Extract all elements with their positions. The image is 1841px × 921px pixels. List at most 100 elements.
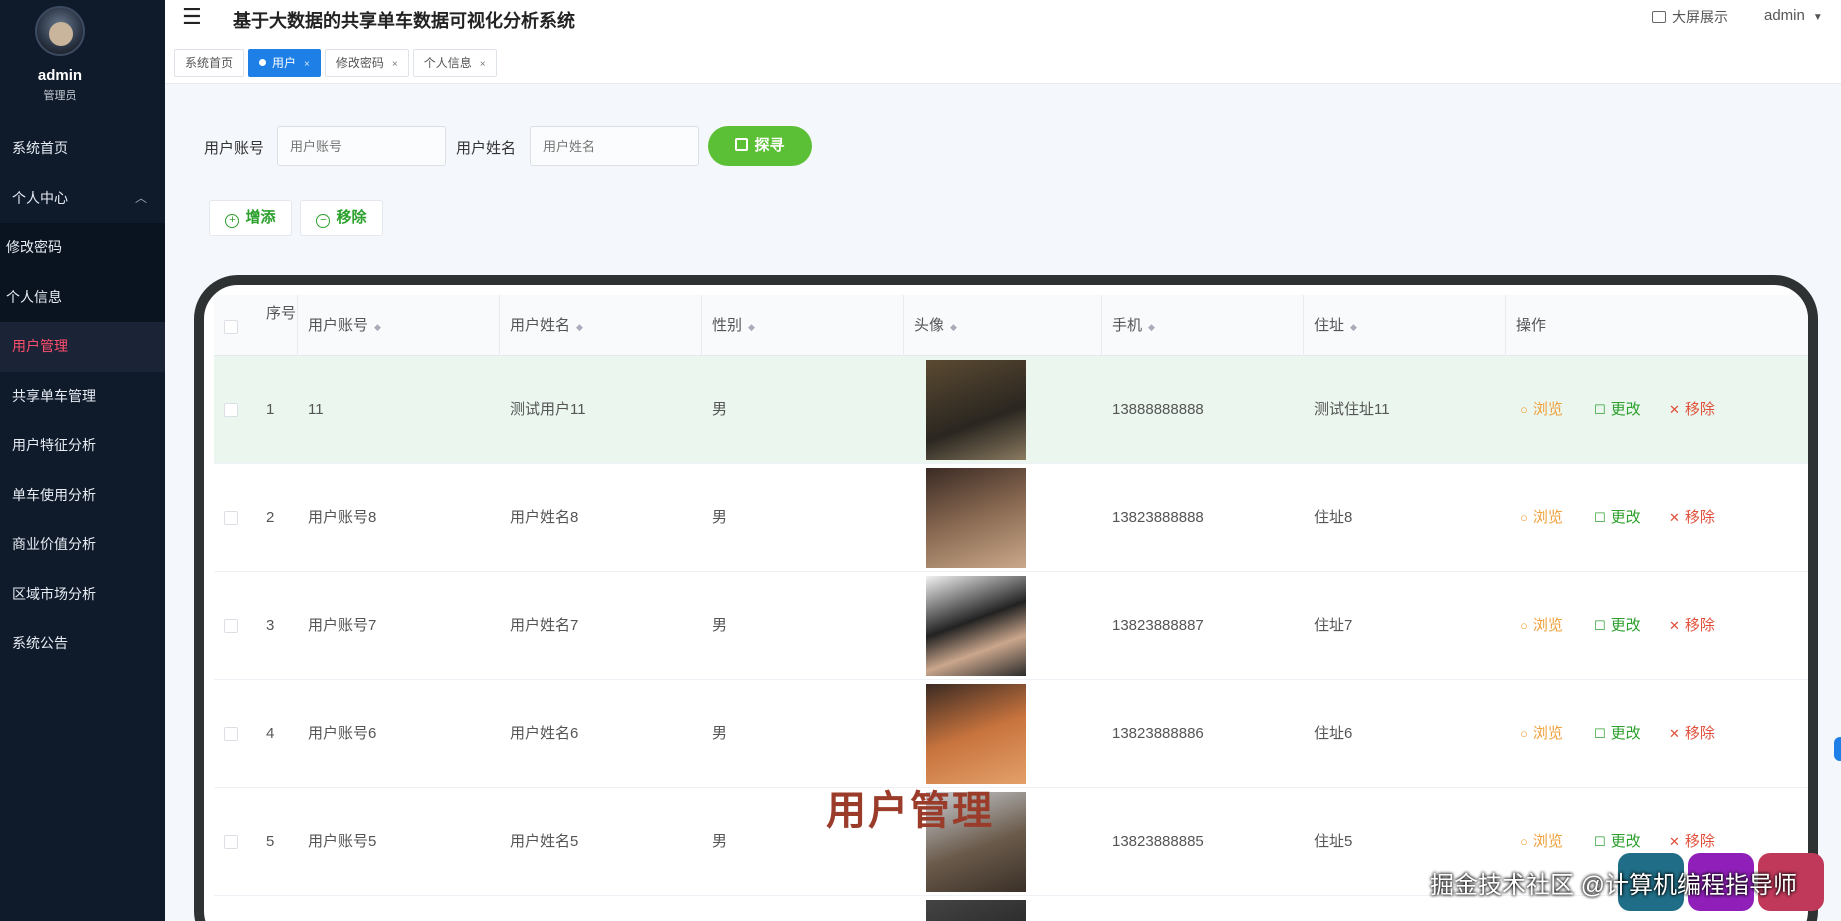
table-row[interactable]: 3 用户账号7 用户姓名7 男 13823888887 住址7 ○ 浏览 ☐ 更改 …	[214, 572, 1808, 680]
edit-button[interactable]: ☐ 更改	[1594, 572, 1641, 680]
cell-name: 测试用户11	[510, 401, 586, 418]
view-button[interactable]: ○ 浏览	[1520, 572, 1563, 680]
close-icon[interactable]: ×	[304, 59, 310, 70]
menu-toggle-icon[interactable]: ☰	[182, 4, 202, 30]
admin-label: admin	[1764, 7, 1805, 24]
sidebar-item-label: 个人中心	[12, 189, 68, 206]
delete-button[interactable]: ✕ 移除	[1669, 572, 1715, 680]
tab-home[interactable]: 系统首页	[174, 49, 245, 77]
row-checkbox[interactable]	[224, 403, 238, 417]
edit-button[interactable]: ☐ 更改	[1594, 464, 1641, 572]
tab-change-password[interactable]: 修改密码 ×	[324, 49, 409, 77]
sidebar-item-bike-usage-analysis[interactable]: 单车使用分析	[0, 471, 165, 521]
header-name[interactable]: 用户姓名 ◆	[500, 295, 702, 356]
cell-address: 住址8	[1314, 509, 1353, 526]
header-account[interactable]: 用户账号 ◆	[298, 295, 500, 356]
sidebar-item-bike-management[interactable]: 共享单车管理	[0, 372, 165, 422]
header-gender-label: 性别	[712, 317, 743, 334]
sort-icon[interactable]: ◆	[374, 322, 381, 332]
sidebar-item-user-management[interactable]: 用户管理	[0, 322, 165, 372]
edit-label: 更改	[1610, 725, 1641, 742]
cell-phone: 13823888887	[1112, 617, 1204, 634]
sidebar: admin 管理员 系统首页 个人中心 ︿ 修改密码 个人信息 用户管理 共享单…	[0, 0, 165, 921]
sort-icon[interactable]: ◆	[1148, 322, 1155, 332]
header-address[interactable]: 住址 ◆	[1304, 295, 1506, 356]
cell-address: 测试住址11	[1314, 401, 1390, 418]
table-row[interactable]: 4 用户账号6 用户姓名6 男 13823888886 住址6 ○ 浏览 ☐ 更改 …	[214, 680, 1808, 788]
tab-label: 修改密码	[335, 56, 384, 70]
table-row[interactable]: 2 用户账号8 用户姓名8 男 13823888888 住址8 ○ 浏览 ☐ 更改 …	[214, 464, 1808, 572]
sidebar-item-announcements[interactable]: 系统公告	[0, 619, 165, 669]
edit-label: 更改	[1610, 833, 1641, 850]
name-label: 用户姓名	[456, 140, 517, 157]
cell-gender: 男	[712, 617, 728, 634]
sidebar-item-regional-market-analysis[interactable]: 区域市场分析	[0, 570, 165, 620]
sidebar-item-personal-center[interactable]: 个人中心 ︿	[0, 174, 165, 224]
header-gender[interactable]: 性别 ◆	[702, 295, 904, 356]
minus-circle-icon: −	[316, 214, 331, 228]
view-button[interactable]: ○ 浏览	[1520, 464, 1563, 572]
search-button[interactable]: 探寻	[708, 126, 812, 166]
tab-personal-info[interactable]: 个人信息 ×	[412, 49, 497, 77]
sort-icon[interactable]: ◆	[1350, 322, 1357, 332]
scroll-handle[interactable]	[1834, 737, 1841, 761]
sidebar-item-personal-info[interactable]: 个人信息	[0, 272, 165, 322]
row-checkbox[interactable]	[224, 511, 238, 525]
row-checkbox[interactable]	[224, 619, 238, 633]
row-checkbox[interactable]	[224, 727, 238, 741]
cell-account: 用户账号5	[308, 833, 377, 850]
plus-circle-icon: +	[225, 214, 240, 228]
search-icon: ○	[1520, 618, 1528, 633]
header-avatar[interactable]: 头像 ◆	[904, 295, 1102, 356]
avatar-image[interactable]	[926, 468, 1026, 568]
admin-dropdown[interactable]: admin ▼	[1764, 7, 1823, 24]
avatar-image[interactable]	[926, 684, 1026, 784]
cell-account: 用户账号6	[308, 725, 377, 742]
account-search-input[interactable]	[277, 126, 446, 166]
edit-button[interactable]: ☐ 更改	[1594, 356, 1641, 464]
avatar-image[interactable]	[926, 360, 1026, 460]
table-row[interactable]: 1 11 测试用户11 男 13888888888 测试住址11 ○ 浏览 ☐ 更改…	[214, 356, 1808, 464]
cell-index: 1	[266, 401, 275, 418]
user-avatar[interactable]	[35, 6, 85, 56]
delete-button[interactable]: ✕ 移除	[1669, 680, 1715, 788]
select-all-checkbox[interactable]	[224, 320, 238, 334]
close-icon[interactable]: ×	[480, 59, 486, 70]
sort-icon[interactable]: ◆	[576, 322, 583, 332]
cell-phone: 13823888885	[1112, 833, 1204, 850]
search-icon: ○	[1520, 510, 1528, 525]
sort-icon[interactable]: ◆	[950, 322, 957, 332]
header-avatar-label: 头像	[914, 317, 945, 334]
header-phone[interactable]: 手机 ◆	[1102, 295, 1304, 356]
cell-gender: 男	[712, 725, 728, 742]
cell-account: 11	[308, 401, 324, 418]
avatar-image[interactable]	[926, 900, 1026, 921]
close-icon: ✕	[1669, 618, 1680, 633]
tab-users[interactable]: 用户 ×	[248, 49, 321, 77]
sidebar-item-home[interactable]: 系统首页	[0, 124, 165, 174]
edit-button[interactable]: ☐ 更改	[1594, 680, 1641, 788]
cell-name: 用户姓名5	[510, 833, 579, 850]
view-label: 浏览	[1532, 725, 1563, 742]
cell-address: 住址7	[1314, 617, 1353, 634]
header-index: 序号	[256, 295, 298, 356]
tab-label: 个人信息	[423, 56, 472, 70]
view-label: 浏览	[1532, 509, 1563, 526]
avatar-image[interactable]	[926, 576, 1026, 676]
add-button[interactable]: + 增添	[209, 200, 292, 236]
delete-button[interactable]: ✕ 移除	[1669, 464, 1715, 572]
delete-button[interactable]: ✕ 移除	[1669, 356, 1715, 464]
remove-button[interactable]: − 移除	[300, 200, 383, 236]
sort-icon[interactable]: ◆	[748, 322, 755, 332]
close-icon[interactable]: ×	[392, 59, 398, 70]
row-checkbox[interactable]	[224, 835, 238, 849]
sidebar-item-business-value-analysis[interactable]: 商业价值分析	[0, 520, 165, 570]
video-caption: 用户管理	[826, 789, 994, 833]
view-button[interactable]: ○ 浏览	[1520, 680, 1563, 788]
big-screen-link[interactable]: 大屏展示	[1652, 7, 1728, 27]
name-search-input[interactable]	[530, 126, 699, 166]
edit-icon: ☐	[1594, 510, 1606, 525]
sidebar-item-user-feature-analysis[interactable]: 用户特征分析	[0, 421, 165, 471]
view-button[interactable]: ○ 浏览	[1520, 356, 1563, 464]
sidebar-item-change-password[interactable]: 修改密码	[0, 223, 165, 273]
